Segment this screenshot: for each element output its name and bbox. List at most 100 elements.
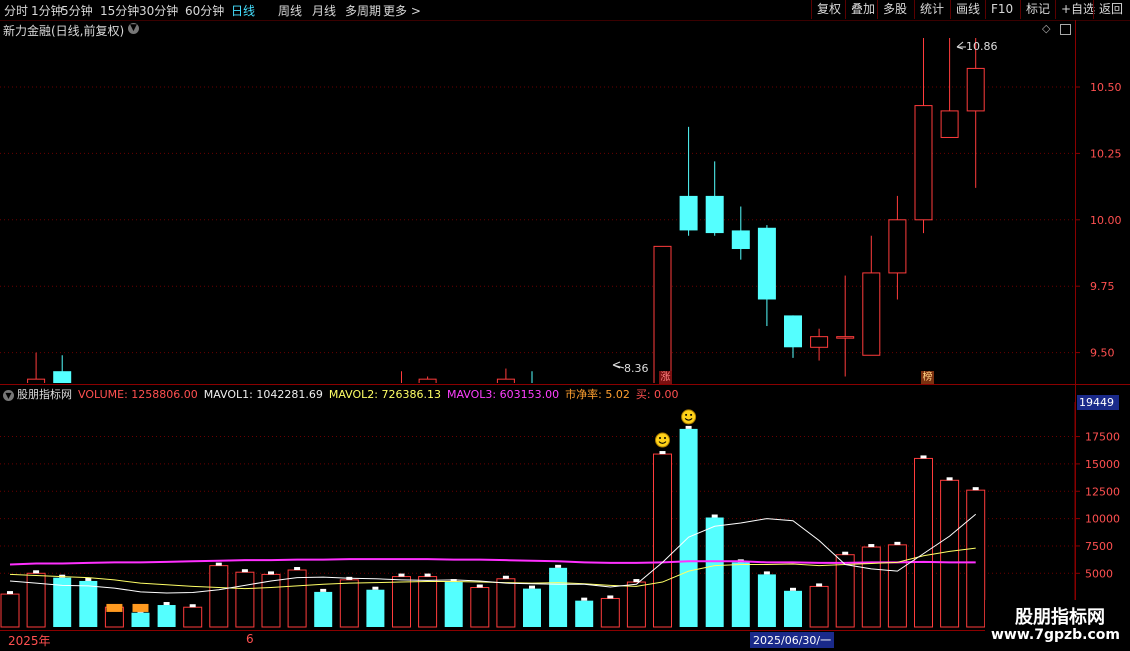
volume-bar[interactable] [131, 612, 150, 627]
toolbar-button-6[interactable]: 标记 [1020, 0, 1055, 19]
low-arrow [612, 361, 625, 369]
volume-bar[interactable] [523, 588, 541, 627]
volume-bar[interactable] [575, 600, 594, 627]
volume-bar[interactable] [392, 576, 411, 628]
panel-toggle-icon[interactable] [1060, 24, 1071, 35]
zhang-marker[interactable]: 涨 [659, 371, 672, 384]
candle[interactable] [679, 126, 698, 236]
candle[interactable] [757, 225, 776, 327]
date-label-month: 6 [246, 632, 254, 646]
candle[interactable] [53, 355, 72, 383]
volume-bar[interactable] [366, 589, 385, 627]
volume-bar[interactable] [549, 567, 568, 627]
volume-bar[interactable] [784, 590, 802, 627]
watermark-url: www.7gpzb.com [991, 627, 1121, 643]
period-tab-1[interactable]: 1分钟 [31, 2, 63, 19]
volume-bar[interactable] [600, 597, 620, 628]
candle[interactable] [888, 195, 907, 300]
bang-marker[interactable]: 榜 [921, 371, 934, 384]
candle[interactable] [393, 371, 410, 383]
candle[interactable] [784, 315, 802, 358]
candle[interactable] [966, 38, 985, 188]
price-tick-label: 10.25 [1090, 147, 1122, 160]
volume-tick-label: 17500 [1085, 431, 1120, 444]
chevron-down-icon[interactable]: ▼ [128, 23, 139, 34]
volume-bar[interactable] [470, 587, 490, 628]
volume-cap [320, 588, 327, 592]
volume-bar[interactable] [157, 605, 176, 627]
volume-bar[interactable] [626, 581, 646, 628]
volume-bar[interactable] [679, 428, 698, 627]
toolbar-button-3[interactable]: 统计 [914, 0, 949, 19]
volume-bar[interactable] [861, 546, 881, 628]
indicator-name[interactable]: 股朋指标网 [17, 388, 72, 401]
candle[interactable] [914, 38, 933, 234]
watermark: 股朋指标网 www.7gpzb.com [985, 600, 1130, 650]
toolbar-button-1[interactable]: 叠加 [845, 0, 880, 19]
volume-bar[interactable] [0, 593, 20, 628]
volume-cap [972, 487, 979, 491]
candle[interactable] [418, 376, 437, 383]
mavol3-label: MAVOL3: 603153.00 [447, 388, 560, 401]
volume-bar[interactable] [209, 565, 229, 628]
volume-bar[interactable] [940, 479, 960, 628]
volume-cap [868, 544, 875, 548]
period-tab-0[interactable]: 分时 [4, 2, 28, 19]
toolbar-button-5[interactable]: F10 [985, 0, 1018, 19]
volume-bar[interactable] [314, 591, 333, 627]
diamond-icon[interactable]: ◇ [1042, 22, 1050, 35]
volume-cap [633, 579, 640, 583]
volume-bar[interactable] [444, 582, 463, 627]
buy-signal-bar [106, 603, 123, 612]
candle[interactable] [523, 371, 541, 383]
period-tab-3[interactable]: 15分钟 [100, 2, 139, 19]
volume-bar[interactable] [496, 578, 516, 628]
volume-bar[interactable] [705, 517, 724, 627]
volume-cap [659, 451, 666, 455]
toolbar-button-2[interactable]: 多股 [877, 0, 912, 19]
volume-bar[interactable] [183, 606, 203, 628]
candle[interactable] [810, 328, 829, 361]
volume-bar[interactable] [966, 489, 986, 628]
toolbar-button-8[interactable]: 返回 [1093, 0, 1128, 19]
candle[interactable] [496, 368, 515, 383]
volume-tick-label: 7500 [1085, 540, 1113, 553]
candle[interactable] [705, 161, 724, 236]
period-tab-5[interactable]: 60分钟 [185, 2, 224, 19]
volume-bar[interactable] [418, 576, 438, 628]
candle[interactable] [731, 206, 750, 260]
period-tab-2[interactable]: 5分钟 [61, 2, 93, 19]
candle[interactable] [653, 245, 672, 383]
toolbar-button-4[interactable]: 画线 [950, 0, 985, 19]
volume-bar[interactable] [731, 562, 750, 627]
indicator-menu-icon[interactable]: ▼ [3, 390, 14, 401]
volume-bar[interactable] [914, 457, 933, 628]
period-tab-8[interactable]: 月线 [312, 2, 336, 19]
volume-cap [607, 595, 614, 599]
volume-bar[interactable] [757, 574, 776, 627]
volume-bar[interactable] [809, 585, 829, 628]
volume-bar[interactable] [79, 580, 98, 627]
volume-bar[interactable] [339, 579, 359, 628]
candle[interactable] [836, 275, 855, 377]
period-tab-7[interactable]: 周线 [278, 2, 302, 19]
candle[interactable] [940, 38, 959, 138]
volume-bar[interactable] [26, 572, 46, 628]
candlestick-chart[interactable]: 10.5010.2510.009.759.509.259.008.758.50 … [0, 38, 1130, 383]
volume-bar[interactable] [653, 453, 672, 628]
candle[interactable] [862, 235, 881, 356]
period-toolbar: 分时 1分钟 5分钟 15分钟 30分钟 60分钟 日线 周线 月线 多周期 更多 > 复权 叠加 多股… [0, 0, 1130, 21]
period-tab-9[interactable]: 多周期 [345, 2, 381, 19]
candle[interactable] [27, 352, 46, 383]
period-tab-4[interactable]: 30分钟 [139, 2, 178, 19]
volume-cap [268, 571, 274, 575]
volume-tick-label: 10000 [1085, 513, 1120, 526]
period-tab-10[interactable]: 更多 > [383, 2, 421, 19]
period-tab-6[interactable]: 日线 [231, 2, 255, 19]
price-tick-label: 9.75 [1090, 280, 1115, 293]
buy-label: 买: 0.00 [635, 388, 679, 401]
volume-bar[interactable] [887, 544, 907, 628]
volume-bar[interactable] [235, 571, 255, 628]
volume-chart[interactable]: 17500 15000 12500 10000 7500 5000 [0, 402, 1130, 630]
toolbar-button-0[interactable]: 复权 [811, 0, 846, 19]
